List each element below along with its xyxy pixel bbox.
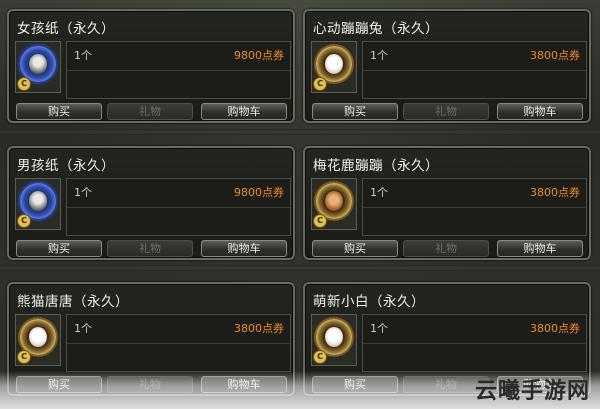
add-to-cart-button[interactable]: 购物车 — [497, 103, 583, 120]
item-detail-panel: 1个 3800点券 — [362, 178, 587, 236]
item-detail-panel: 1个 3800点券 — [362, 314, 587, 372]
coupon-badge-icon: C — [313, 350, 327, 364]
add-to-cart-button[interactable]: 购物车 — [497, 240, 583, 257]
item-price-row: 1个 3800点券 — [363, 179, 586, 208]
item-detail-panel: 1个 3800点券 — [362, 41, 587, 99]
item-icon-frame[interactable]: C — [311, 178, 357, 230]
gift-button[interactable]: 礼物 — [403, 103, 489, 120]
buy-button[interactable]: 购买 — [16, 103, 102, 120]
item-name: 熊猫唐唐（永久） — [17, 294, 129, 310]
coupon-badge-icon: C — [313, 77, 327, 91]
item-quantity: 1个 — [74, 322, 92, 335]
coupon-badge-icon: C — [17, 350, 31, 364]
item-detail-panel: 1个 3800点券 — [66, 314, 291, 372]
item-name: 心动蹦蹦兔（永久） — [313, 21, 439, 37]
gift-button[interactable]: 礼物 — [107, 103, 193, 120]
item-price: 3800点券 — [530, 49, 580, 62]
buy-button[interactable]: 购买 — [16, 240, 102, 257]
buy-button[interactable]: 购买 — [312, 240, 398, 257]
item-detail-panel: 1个 9800点券 — [66, 41, 291, 99]
gift-button[interactable]: 礼物 — [107, 240, 193, 257]
item-icon-frame[interactable]: C — [15, 314, 61, 366]
buy-button[interactable]: 购买 — [312, 103, 398, 120]
item-price: 9800点券 — [234, 186, 284, 199]
coupon-badge-icon: C — [17, 77, 31, 91]
item-icon-frame[interactable]: C — [15, 41, 61, 93]
item-price-row: 1个 3800点券 — [363, 315, 586, 344]
item-icon-frame[interactable]: C — [311, 41, 357, 93]
item-price: 3800点券 — [530, 322, 580, 335]
coupon-badge-icon: C — [17, 214, 31, 228]
item-quantity: 1个 — [74, 186, 92, 199]
watermark-text: 云曦手游网 — [474, 379, 590, 404]
item-icon-frame[interactable]: C — [311, 314, 357, 366]
item-card: 男孩纸（永久） C 1个 9800点券购买 礼物 购物车 — [7, 146, 295, 260]
item-name: 男孩纸（永久） — [17, 158, 115, 174]
row-divider — [0, 265, 600, 271]
coupon-badge-icon: C — [313, 214, 327, 228]
item-quantity: 1个 — [370, 49, 388, 62]
item-icon-frame[interactable]: C — [15, 178, 61, 230]
item-name: 女孩纸（永久） — [17, 21, 115, 37]
row-divider — [0, 129, 600, 135]
item-quantity: 1个 — [74, 49, 92, 62]
item-card: 梅花鹿蹦蹦（永久） C 1个 3800点券购买 礼物 购物车 — [303, 146, 591, 260]
item-price-row: 1个 9800点券 — [67, 179, 290, 208]
item-price: 3800点券 — [530, 186, 580, 199]
item-card: 心动蹦蹦兔（永久） C 1个 3800点券购买 礼物 购物车 — [303, 9, 591, 123]
item-name: 梅花鹿蹦蹦（永久） — [313, 158, 439, 174]
item-name: 萌新小白（永久） — [313, 294, 425, 310]
item-detail-panel: 1个 9800点券 — [66, 178, 291, 236]
item-price-row: 1个 3800点券 — [67, 315, 290, 344]
watermark-band: 云曦手游网 — [0, 371, 600, 409]
item-quantity: 1个 — [370, 322, 388, 335]
item-price-row: 1个 3800点券 — [363, 42, 586, 71]
item-quantity: 1个 — [370, 186, 388, 199]
add-to-cart-button[interactable]: 购物车 — [201, 103, 287, 120]
item-card: 女孩纸（永久） C 1个 9800点券购买 礼物 购物车 — [7, 9, 295, 123]
gift-button[interactable]: 礼物 — [403, 240, 489, 257]
add-to-cart-button[interactable]: 购物车 — [201, 240, 287, 257]
item-price-row: 1个 9800点券 — [67, 42, 290, 71]
item-price: 3800点券 — [234, 322, 284, 335]
item-price: 9800点券 — [234, 49, 284, 62]
